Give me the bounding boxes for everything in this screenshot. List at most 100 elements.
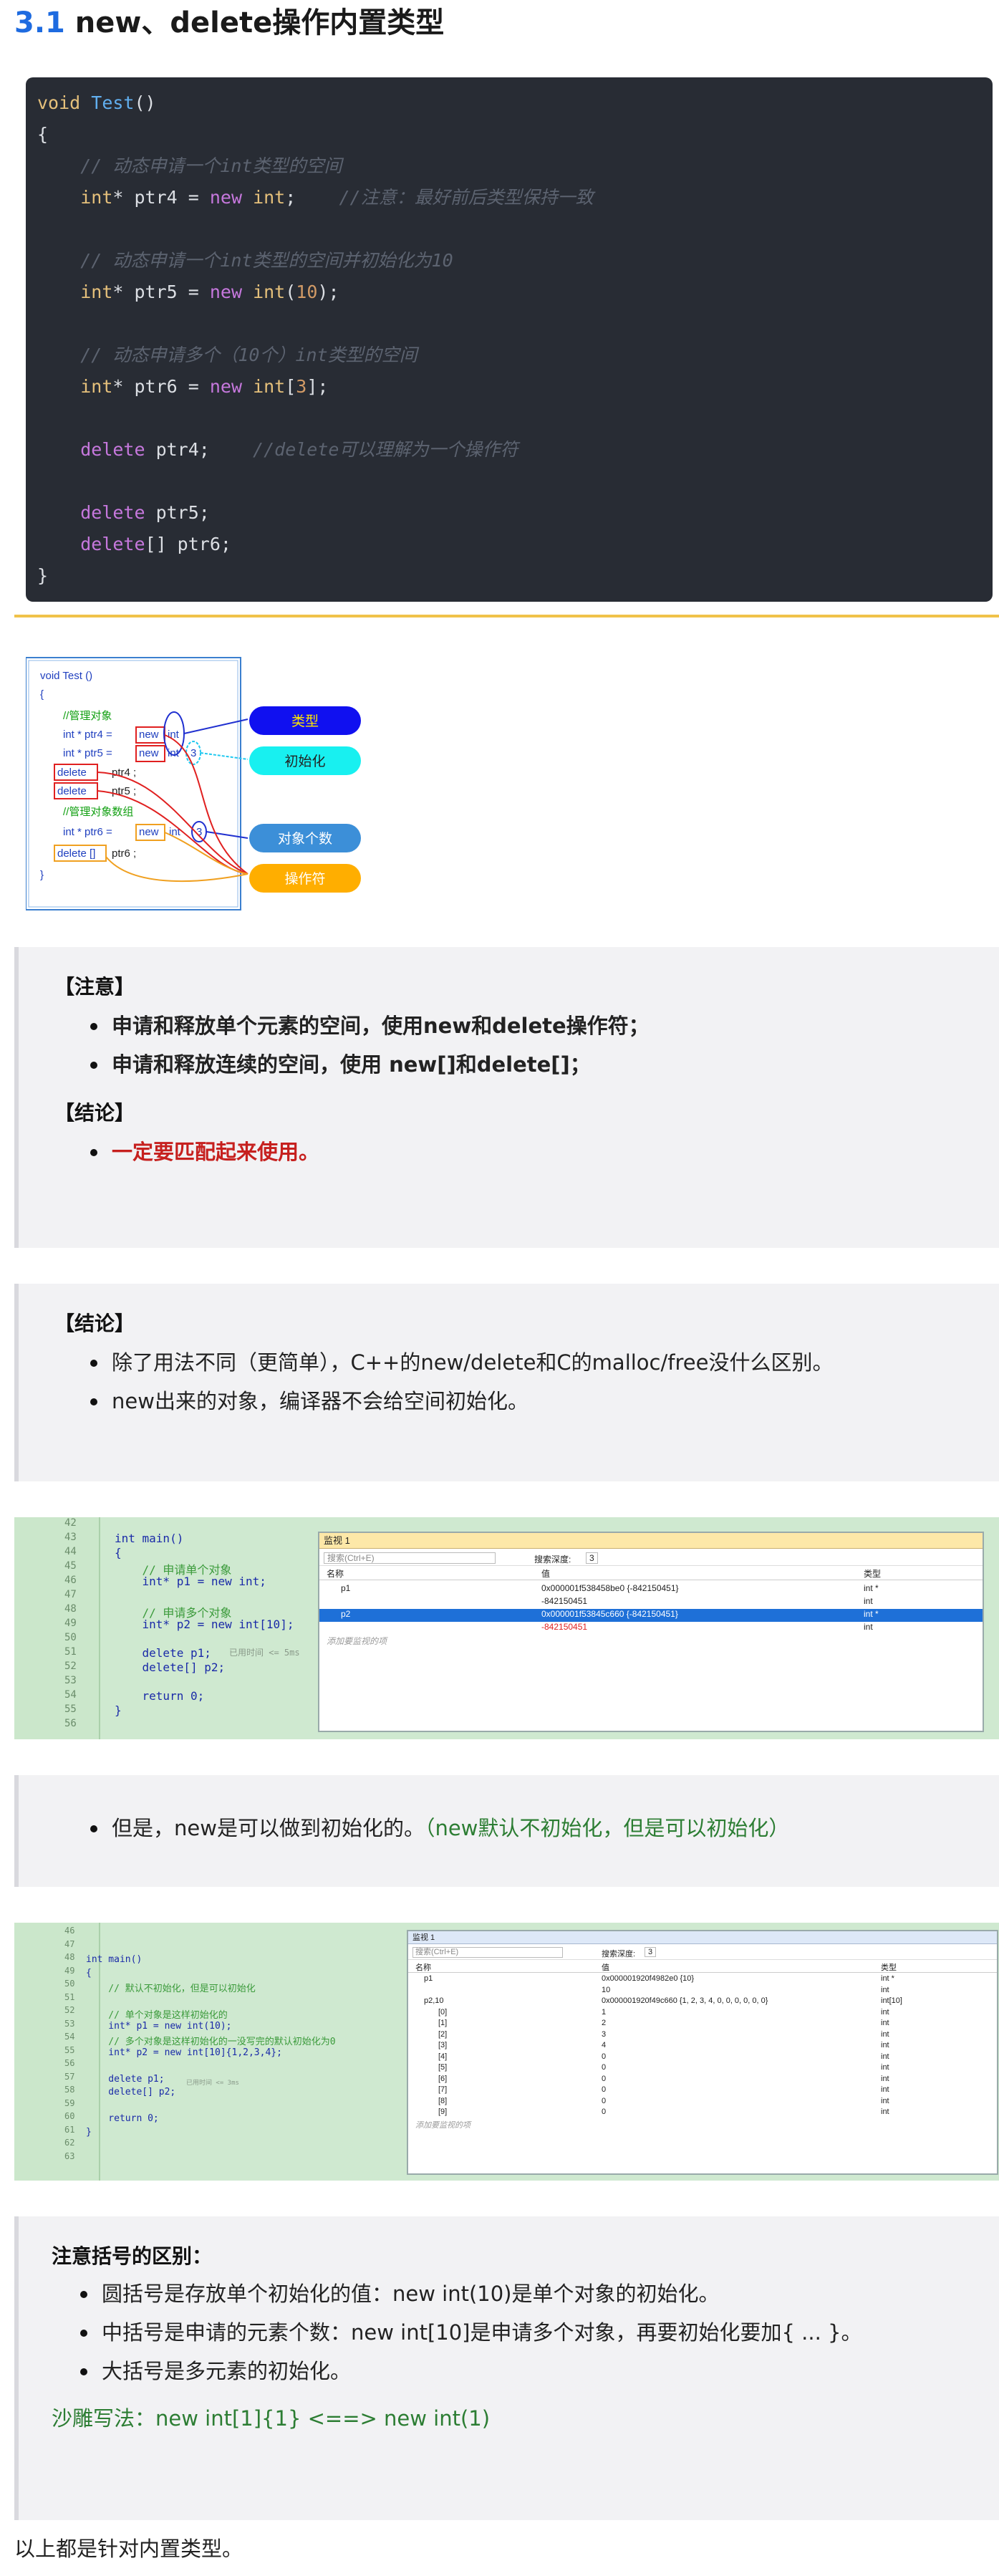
line-number: 50 xyxy=(64,1632,77,1643)
code-block: void Test(){ // 动态申请一个int类型的空间 int* ptr4… xyxy=(26,77,993,602)
code-token: ( xyxy=(285,282,296,302)
source-line: { xyxy=(86,1967,92,1979)
code-line: int* ptr5 = new int(10); xyxy=(37,277,981,308)
source-line: return 0; xyxy=(115,1689,205,1703)
watch-search-input[interactable]: 搜索(Ctrl+E) xyxy=(412,1947,563,1958)
watch-name: p1 xyxy=(424,1974,433,1983)
watch-window: 监视 1 搜索(Ctrl+E) 搜索深度: 3 名称 值 类型 p1 0x0000… xyxy=(318,1532,984,1732)
watch-type: int xyxy=(881,2063,889,2072)
watch-value: -842150451 xyxy=(541,1622,588,1632)
diag-code-21: } xyxy=(40,869,44,881)
watch-row[interactable]: p1 0x000001f538458be0 {-842150451} int * xyxy=(319,1583,983,1596)
watch-row[interactable]: p1 0x000001920f4982e0 {10} int * xyxy=(408,1974,997,1986)
line-number: 46 xyxy=(64,1926,75,1936)
source-line: delete p1; xyxy=(86,2073,165,2085)
note4-item: 圆括号是存放单个初始化的值：new int(10)是单个对象的初始化。 xyxy=(80,2278,999,2310)
diag-code-14: //管理对象数组 xyxy=(63,806,133,818)
watch-row[interactable]: 10 int xyxy=(408,1986,997,1997)
code-line: // 动态申请多个（10个）int类型的空间 xyxy=(37,340,981,371)
code-token: new xyxy=(209,187,242,208)
watch-row[interactable]: [5] 0 int xyxy=(408,2063,997,2075)
line-number: 53 xyxy=(64,1675,77,1686)
watch-row[interactable]: [0] 1 int xyxy=(408,2008,997,2019)
watch-row[interactable]: [3] 4 int xyxy=(408,2041,997,2052)
watch-depth-label: 搜索深度: xyxy=(602,1950,636,1959)
note3-text: 但是，new是可以做到初始化的。 xyxy=(112,1816,425,1840)
watch-type: int[10] xyxy=(881,1996,902,2005)
watch-row[interactable]: [8] 0 int xyxy=(408,2097,997,2108)
watch-row[interactable]: p2,10 0x000001920f49c660 {1, 2, 3, 4, 0, … xyxy=(408,1996,997,2008)
watch-depth-select[interactable]: 3 xyxy=(586,1552,598,1564)
watch-value: 0 xyxy=(602,2074,607,2083)
divider xyxy=(14,615,999,617)
watch-value: 10 xyxy=(602,1985,611,1994)
line-number: 44 xyxy=(64,1546,77,1557)
note-conclusion-2: 【结论】 除了用法不同（更简单），C++的new/delete和C的malloc… xyxy=(14,1284,999,1481)
code-token: { xyxy=(37,124,49,145)
code-token: 3 xyxy=(296,376,307,397)
watch-name: [2] xyxy=(438,2029,448,2039)
watch-row[interactable]: [2] 3 int xyxy=(408,2030,997,2042)
diag-code-6: int * ptr5 = xyxy=(63,747,112,759)
watch-row[interactable]: -842150451 int xyxy=(319,1622,983,1635)
source-line: int* p1 = new int; xyxy=(115,1575,266,1588)
line-number: 42 xyxy=(64,1517,77,1529)
line-number: 60 xyxy=(64,2111,75,2121)
add-watch-item[interactable]: 添加要监视的项 xyxy=(319,1635,983,1647)
code-token: * ptr6 = xyxy=(112,376,210,397)
code-line: int* ptr4 = new int; //注意：最好前后类型保持一致 xyxy=(37,182,981,213)
diag-code-0: void Test () xyxy=(40,670,92,682)
source-line: int* p2 = new int[10]; xyxy=(115,1618,294,1631)
note2-item: 除了用法不同（更简单），C++的new/delete和C的malloc/free… xyxy=(90,1347,999,1378)
watch-name: [8] xyxy=(438,2096,448,2105)
code-token: int xyxy=(253,376,286,397)
watch-row[interactable]: p2 0x000001f53845c660 {-842150451} int * xyxy=(319,1609,983,1622)
watch-name: [6] xyxy=(438,2074,448,2083)
watch-value: 0x000001920f4982e0 {10} xyxy=(602,1974,695,1983)
line-number: 48 xyxy=(64,1603,77,1615)
watch-row[interactable]: [7] 0 int xyxy=(408,2085,997,2097)
code-token: int xyxy=(80,282,113,302)
line-number: 54 xyxy=(64,1689,77,1701)
line-number: 45 xyxy=(64,1560,77,1572)
code-token: int xyxy=(80,187,113,208)
line-number: 52 xyxy=(64,1661,77,1672)
watch-row[interactable]: [4] 0 int xyxy=(408,2052,997,2064)
line-number: 62 xyxy=(64,2138,75,2148)
watch-type: int xyxy=(881,2019,889,2027)
code-token: delete xyxy=(80,502,145,523)
watch-type: int xyxy=(864,1622,873,1632)
code-token: ); xyxy=(317,282,339,302)
line-number: 57 xyxy=(64,2071,75,2082)
watch-name: p2 xyxy=(341,1609,351,1619)
watch-value: 0 xyxy=(602,2085,607,2094)
source-line: } xyxy=(115,1703,122,1717)
add-watch-item[interactable]: 添加要监视的项 xyxy=(408,2119,997,2130)
watch-row[interactable]: [9] 0 int xyxy=(408,2108,997,2119)
code-token: ptr4; xyxy=(145,439,254,460)
code-token: void xyxy=(37,92,81,113)
watch-row[interactable]: [6] 0 int xyxy=(408,2075,997,2086)
watch-row[interactable]: -842150451 int xyxy=(319,1596,983,1609)
line-number: 52 xyxy=(64,2005,75,2015)
watch-name: [1] xyxy=(438,2019,448,2027)
code-token: 10 xyxy=(296,282,318,302)
line-number: 46 xyxy=(64,1575,77,1586)
line-number: 49 xyxy=(64,1965,75,1976)
watch-row[interactable]: [1] 2 int xyxy=(408,2019,997,2030)
watch-value: 3 xyxy=(602,2029,607,2039)
diag-code-10: delete xyxy=(57,766,87,779)
note4-green: 沙雕写法：new int[1]{1} <==> new int(1) xyxy=(52,2406,491,2431)
watch-name: [7] xyxy=(438,2085,448,2094)
code-token: * ptr4 = xyxy=(112,187,210,208)
source-line: int* p2 = new int[10]{1,2,3,4}; xyxy=(86,2047,282,2058)
line-number: 51 xyxy=(64,1991,75,2002)
watch-depth-select[interactable]: 3 xyxy=(645,1947,657,1957)
code-token: // 动态申请一个int类型的空间 xyxy=(37,155,342,176)
footer-text: 以上都是针对内置类型。 xyxy=(14,2537,243,2561)
watch-search-input[interactable]: 搜索(Ctrl+E) xyxy=(324,1552,496,1564)
code-line: delete ptr4; //delete可以理解为一个操作符 xyxy=(37,434,981,466)
note-init: 但是，new是可以做到初始化的。（new默认不初始化，但是可以初始化） xyxy=(14,1775,999,1887)
